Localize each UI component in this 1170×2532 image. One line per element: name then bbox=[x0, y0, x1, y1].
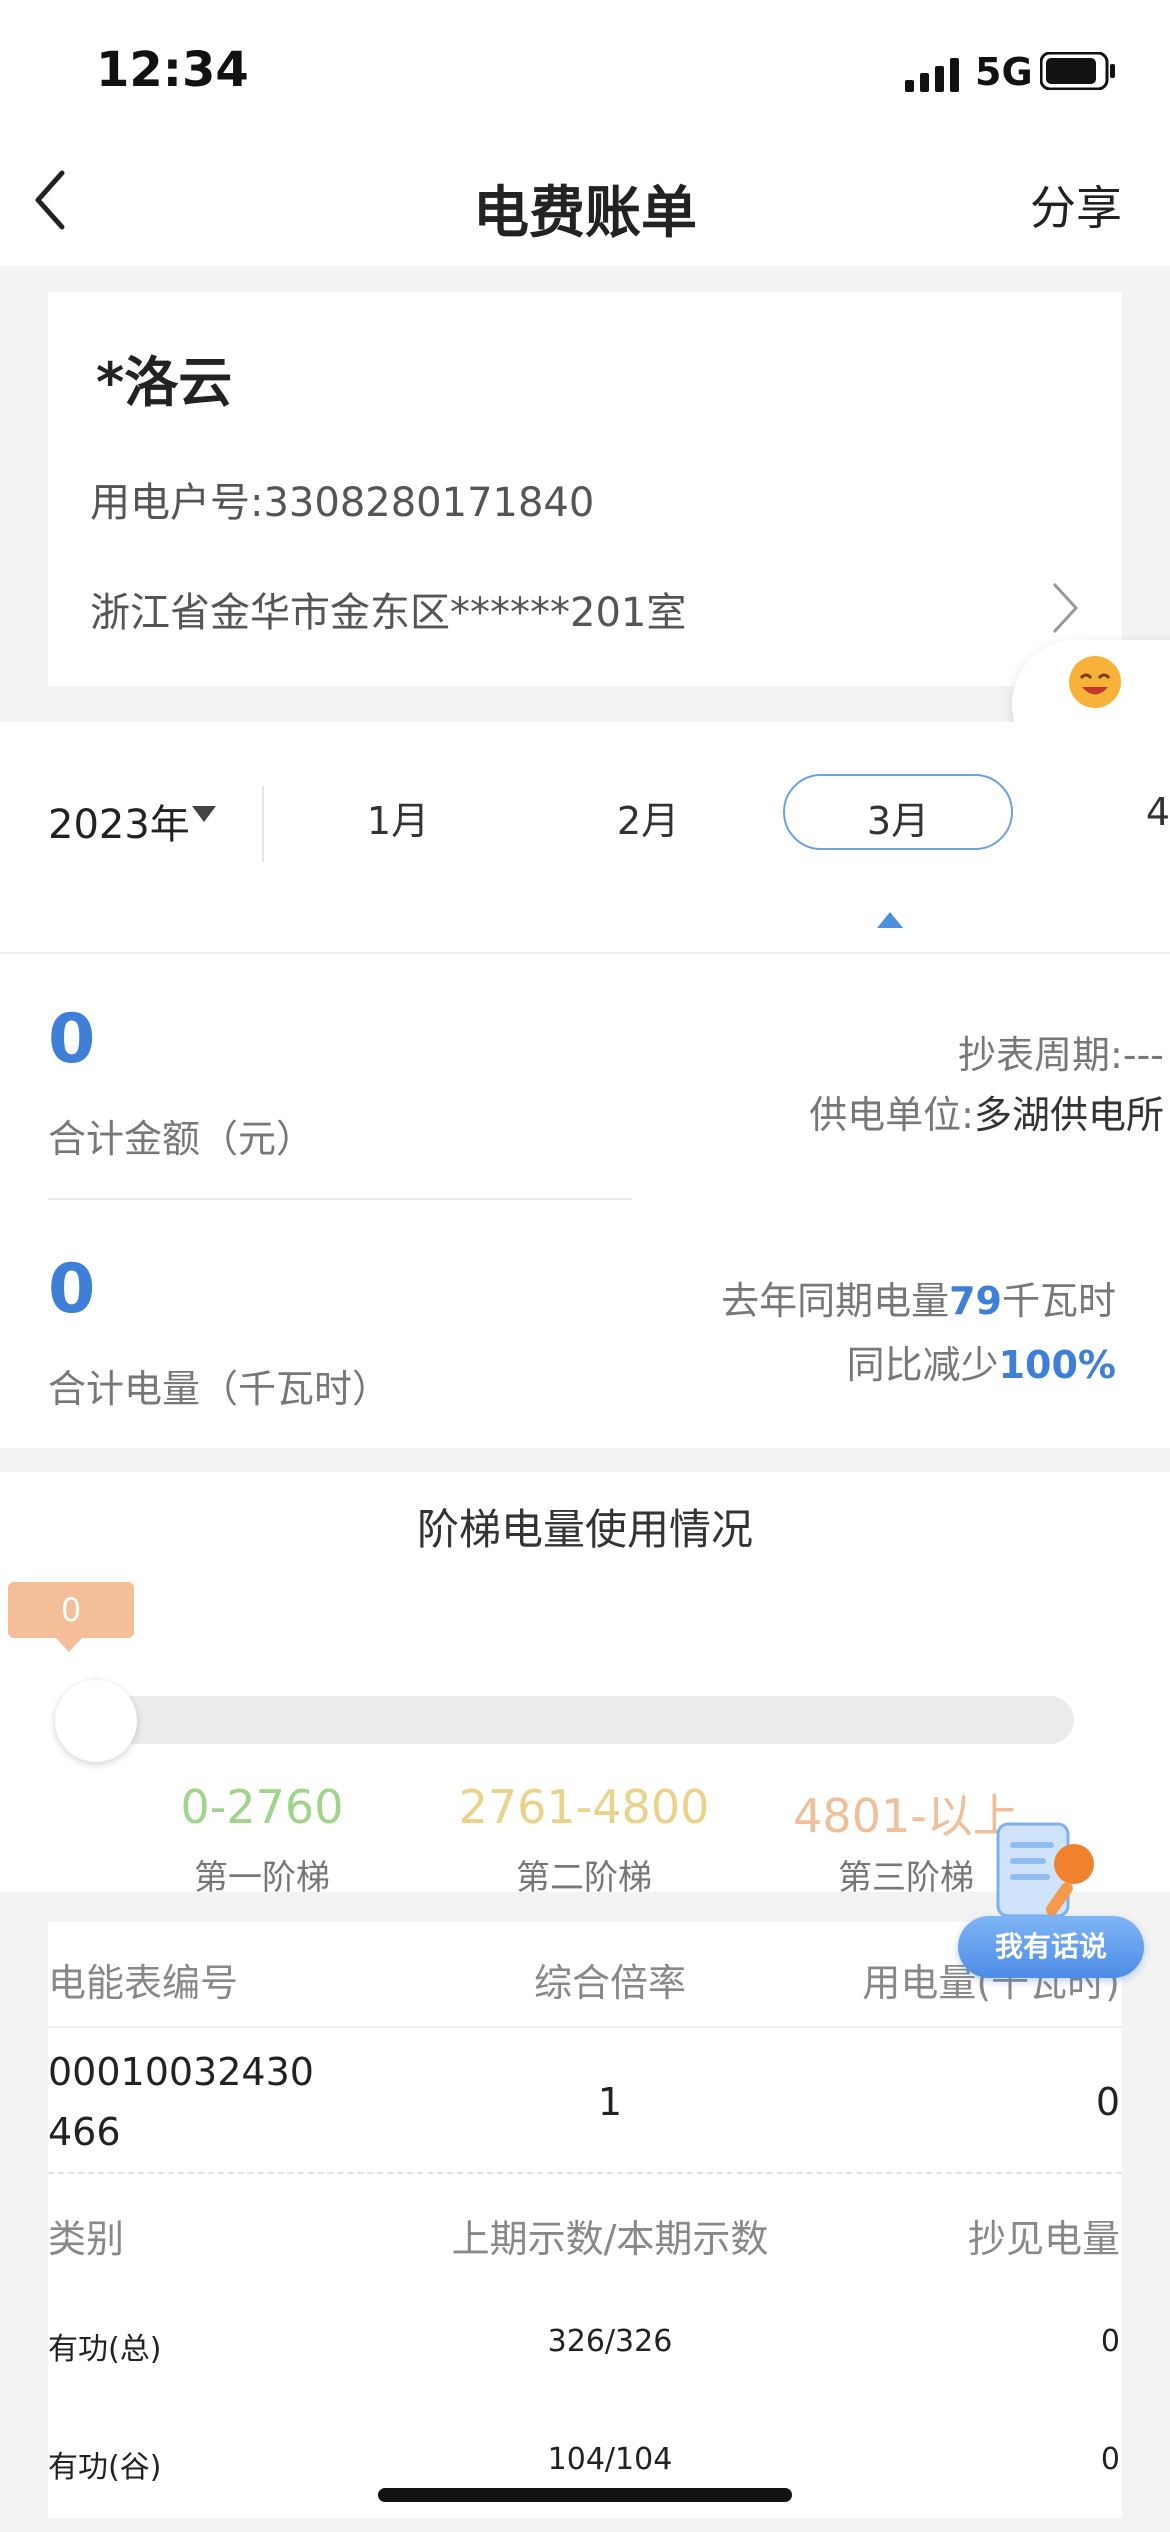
feedback-float-button[interactable]: 我有话说 bbox=[958, 1812, 1144, 1992]
account-address: 浙江省金华市金东区******201室 bbox=[90, 590, 687, 636]
table-dashed-divider bbox=[48, 2172, 1122, 2174]
last-year-usage: 去年同期电量79千瓦时 bbox=[560, 1270, 1116, 1325]
meter-id-line2: 466 bbox=[48, 2110, 121, 2154]
tier-progress-knob bbox=[55, 1680, 137, 1762]
account-number: 用电户号:3308280171840 bbox=[90, 480, 595, 526]
yoy-prefix: 同比减少 bbox=[846, 1343, 999, 1387]
tier-1-range: 0-2760 bbox=[180, 1780, 344, 1834]
share-button[interactable]: 分享 bbox=[1030, 172, 1122, 238]
reading-header-amount: 抄见电量 bbox=[967, 2217, 1120, 2261]
tier-2-name: 第二阶梯 bbox=[516, 1858, 652, 1898]
tier-title: 阶梯电量使用情况 bbox=[416, 1505, 753, 1554]
selected-indicator-icon bbox=[877, 912, 903, 928]
year-dropdown[interactable]: 2023年 bbox=[48, 792, 190, 850]
reading-values: 104/104 bbox=[547, 2442, 673, 2477]
smile-emoji-icon bbox=[1069, 656, 1121, 708]
last-year-unit: 千瓦时 bbox=[1001, 1279, 1116, 1323]
tab-month-2[interactable]: 2月 bbox=[533, 790, 763, 845]
reading-category: 有功(谷) bbox=[48, 2450, 162, 2485]
reading-amount: 0 bbox=[1100, 2324, 1120, 2359]
supplier-line: 供电单位:多湖供电所 bbox=[600, 1084, 1164, 1139]
meter-id-line1: 00010032430 bbox=[48, 2050, 314, 2094]
total-amount-label: 合计金额（元） bbox=[48, 1117, 315, 1161]
tab-month-4[interactable]: 4 bbox=[1040, 790, 1170, 834]
last-year-prefix: 去年同期电量 bbox=[721, 1279, 950, 1323]
status-time: 12:34 bbox=[96, 42, 249, 98]
tab-month-3[interactable]: 3月 bbox=[783, 790, 1013, 845]
total-usage: 0 bbox=[48, 1250, 96, 1329]
yoy-change: 同比减少100% bbox=[560, 1334, 1116, 1389]
meter-usage: 0 bbox=[1095, 2080, 1120, 2124]
tier-progress-track bbox=[56, 1696, 1074, 1744]
tier-1-name: 第一阶梯 bbox=[194, 1858, 330, 1898]
table-header-meter: 电能表编号 bbox=[48, 1961, 239, 2005]
meter-period: 抄表周期:--- bbox=[958, 1033, 1164, 1077]
divider bbox=[262, 786, 264, 862]
account-name: *洛云 bbox=[96, 351, 233, 414]
network-label: 5G bbox=[975, 50, 1033, 94]
signal-icon bbox=[905, 58, 959, 92]
usage-bubble: 0 bbox=[8, 1582, 134, 1638]
reading-values: 326/326 bbox=[547, 2324, 673, 2359]
total-usage-label: 合计电量（千瓦时） bbox=[48, 1367, 391, 1411]
table-header-multiplier: 综合倍率 bbox=[533, 1961, 686, 2005]
page-title: 电费账单 bbox=[473, 181, 697, 246]
home-indicator[interactable] bbox=[378, 2488, 792, 2502]
chevron-right-icon[interactable] bbox=[1050, 580, 1080, 636]
yoy-value: 100% bbox=[998, 1343, 1116, 1387]
meter-multiplier: 1 bbox=[597, 2080, 623, 2124]
dropdown-triangle-icon[interactable] bbox=[192, 806, 216, 824]
reading-category: 有功(总) bbox=[48, 2332, 162, 2367]
reading-header-readings: 上期示数/本期示数 bbox=[451, 2217, 769, 2261]
table-divider bbox=[48, 2026, 1122, 2028]
reading-amount: 0 bbox=[1100, 2442, 1120, 2477]
reading-header-category: 类别 bbox=[48, 2217, 125, 2261]
supplier-prefix: 供电单位: bbox=[809, 1093, 974, 1137]
feedback-label: 我有话说 bbox=[958, 1916, 1144, 1978]
total-amount: 0 bbox=[48, 1000, 96, 1079]
last-year-value: 79 bbox=[949, 1279, 1002, 1323]
bubble-pointer bbox=[54, 1636, 84, 1652]
supplier-name: 多湖供电所 bbox=[973, 1093, 1164, 1137]
battery-icon bbox=[1040, 52, 1115, 90]
tab-month-1[interactable]: 1月 bbox=[283, 790, 513, 845]
summary-divider bbox=[48, 1198, 632, 1200]
document-microphone-icon bbox=[996, 1822, 1094, 1918]
tier-2-range: 2761-4800 bbox=[458, 1780, 710, 1834]
